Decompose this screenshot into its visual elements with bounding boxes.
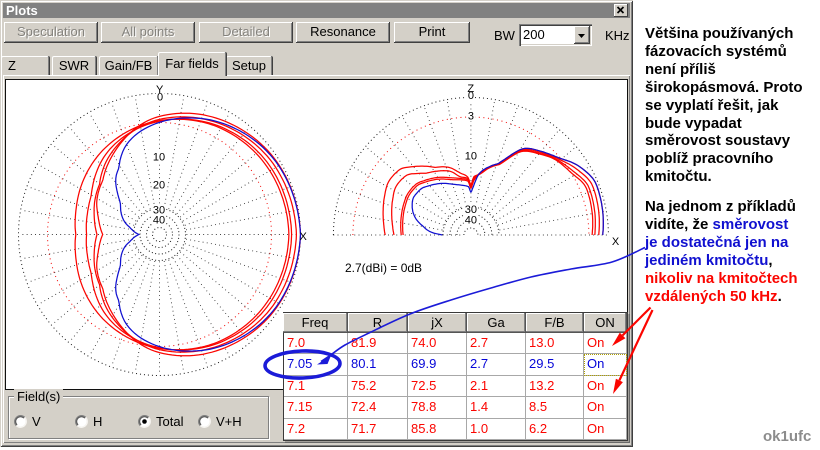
svg-text:X: X	[612, 236, 620, 248]
svg-text:40: 40	[153, 215, 165, 227]
svg-text:40: 40	[465, 215, 477, 227]
svg-text:10: 10	[465, 151, 477, 163]
svg-text:X: X	[300, 231, 308, 243]
svg-text:3: 3	[468, 111, 474, 123]
svg-text:20: 20	[153, 180, 165, 192]
svg-text:2.7(dBi) = 0dB: 2.7(dBi) = 0dB	[345, 261, 422, 275]
svg-text:10: 10	[153, 152, 165, 164]
svg-text:Y: Y	[156, 84, 164, 96]
svg-text:Z: Z	[467, 83, 474, 95]
